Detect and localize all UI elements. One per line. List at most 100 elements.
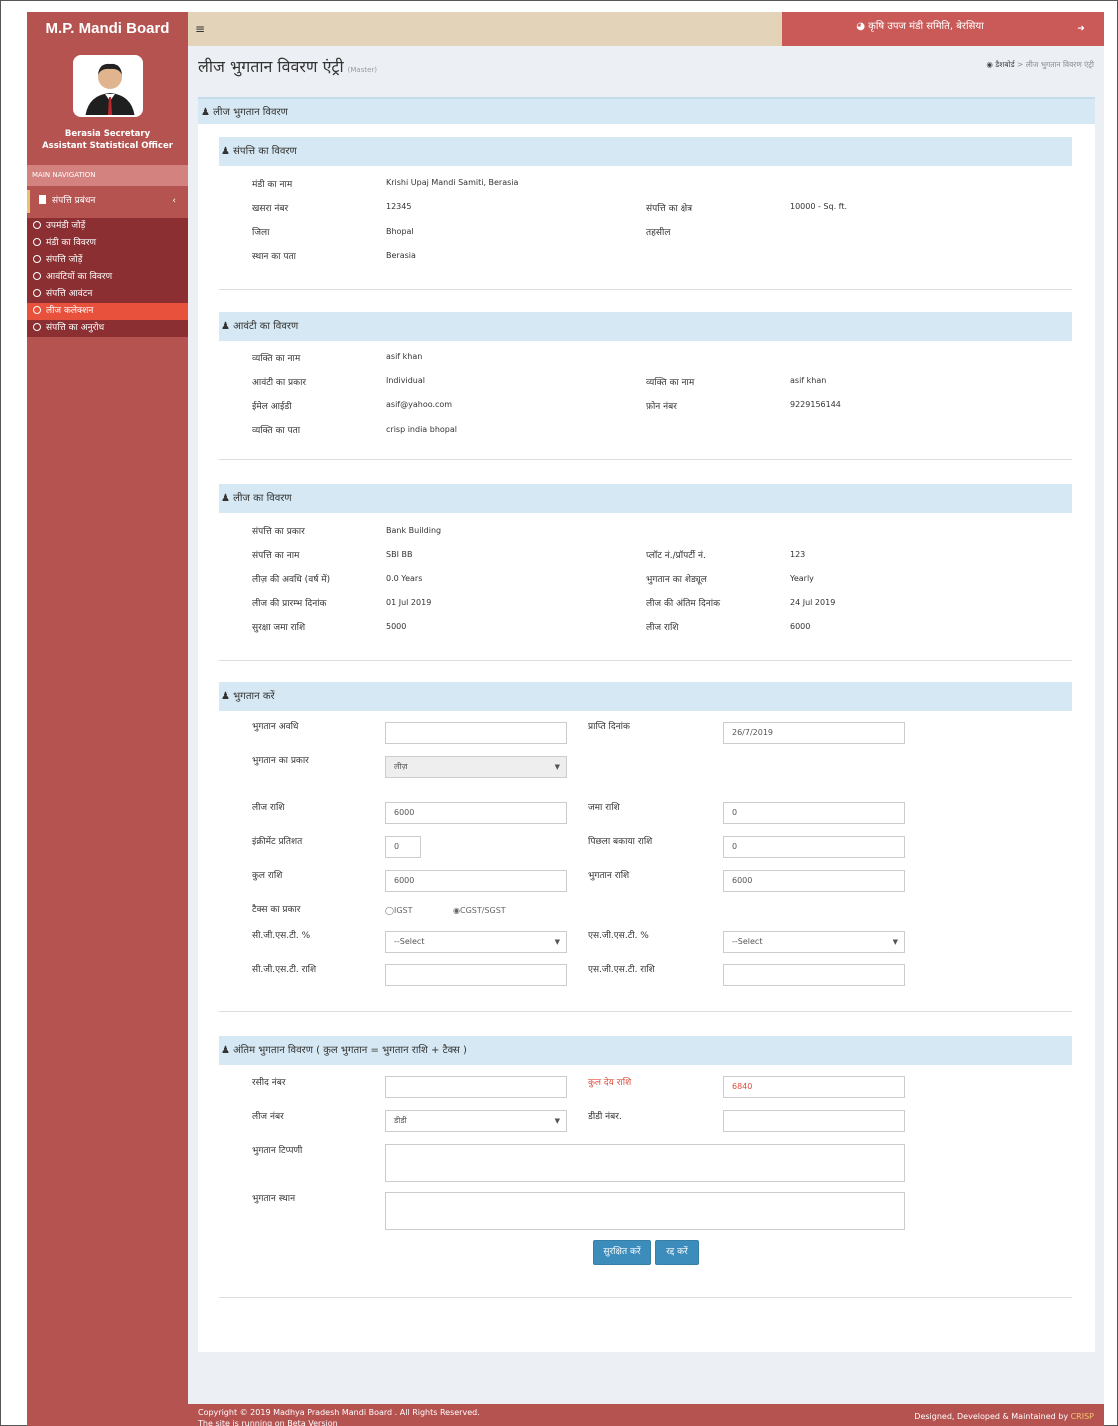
lease-amount-input[interactable]: 6000 bbox=[385, 802, 567, 824]
save-button[interactable]: सुरक्षित करें bbox=[593, 1240, 651, 1265]
lease-amount-label: लीज राशि bbox=[252, 803, 285, 813]
avatar bbox=[73, 55, 143, 117]
khasra-value: 12345 bbox=[386, 202, 412, 211]
circle-icon bbox=[33, 255, 41, 263]
cgst-amount-input[interactable] bbox=[385, 964, 567, 986]
payment-period-label: भुगतान अवधि bbox=[252, 722, 299, 732]
address-value: Berasia bbox=[386, 251, 416, 260]
payment-remark-textarea[interactable] bbox=[385, 1144, 905, 1182]
mandi-selector[interactable]: ◕ कृषि उपज मंडी समिति, बेरसिया bbox=[782, 12, 1058, 46]
footer-credit: Designed, Developed & Maintained by CRIS… bbox=[914, 1412, 1094, 1421]
payment-period-input[interactable] bbox=[385, 722, 567, 744]
cancel-button[interactable]: रद्द करें bbox=[655, 1240, 699, 1265]
document-icon bbox=[39, 195, 46, 204]
dd-number-input[interactable] bbox=[723, 1110, 905, 1132]
lease-duration-label: लीज़ की अवधि (वर्ष में) bbox=[252, 575, 331, 585]
chevron-down-icon: ▼ bbox=[554, 763, 560, 771]
deposit-amount-label: जमा राशि bbox=[588, 803, 620, 813]
logout-icon[interactable]: ➜ bbox=[1058, 12, 1104, 46]
previous-due-input[interactable]: 0 bbox=[723, 836, 905, 858]
property-name-value: SBI BB bbox=[386, 550, 413, 559]
chevron-down-icon: ▼ bbox=[554, 1117, 560, 1125]
lease-number-select[interactable]: डीडी ▼ bbox=[385, 1110, 567, 1132]
user-icon: ♟ bbox=[221, 321, 230, 332]
crisp-link[interactable]: CRISP bbox=[1071, 1412, 1094, 1421]
lease-end-value: 24 Jul 2019 bbox=[790, 598, 836, 607]
person-address-value: crisp india bhopal bbox=[386, 425, 457, 434]
content-area: लीज भुगतान विवरण एंट्री (Master) ◉ डैशबोर… bbox=[188, 46, 1104, 1404]
payment-place-textarea[interactable] bbox=[385, 1192, 905, 1230]
person-name-value: asif khan bbox=[386, 352, 423, 361]
sgst-percent-label: एस.जी.एस.टी. % bbox=[588, 931, 649, 941]
property-type-label: संपत्ति का प्रकार bbox=[252, 527, 305, 537]
receipt-number-label: रसीद नंबर bbox=[252, 1078, 286, 1088]
tehsil-label: तहसील bbox=[646, 228, 671, 238]
lease-amount-label: लीज राशि bbox=[646, 623, 679, 633]
person-name2-value: asif khan bbox=[790, 376, 827, 385]
sidebar: Berasia Secretary Assistant Statistical … bbox=[27, 46, 188, 1426]
property-name-label: संपत्ति का नाम bbox=[252, 551, 300, 561]
user-icon: ♟ bbox=[221, 146, 230, 157]
deposit-amount-input[interactable]: 0 bbox=[723, 802, 905, 824]
receipt-number-input[interactable] bbox=[385, 1076, 567, 1098]
circle-icon bbox=[33, 323, 41, 331]
sidebar-item-label: संपत्ति प्रबंधन bbox=[52, 196, 96, 206]
app-window: M.P. Mandi Board ≡ ◕ कृषि उपज मंडी समिति… bbox=[27, 12, 1104, 1426]
total-amount-label: कुल राशि bbox=[252, 871, 283, 881]
phone-label: फ़ोन नंबर bbox=[646, 402, 677, 412]
brand-logo[interactable]: M.P. Mandi Board bbox=[27, 12, 188, 46]
final-payment-section: ♟ अंतिम भुगतान विवरण ( कुल भुगतान = भुगत… bbox=[219, 1036, 1072, 1298]
increment-percent-input[interactable]: 0 bbox=[385, 836, 421, 858]
lease-duration-value: 0.0 Years bbox=[386, 574, 423, 583]
cgst-amount-label: सी.जी.एस.टी. राशि bbox=[252, 965, 317, 975]
sidebar-item-add-property[interactable]: संपत्ति जोड़ें bbox=[27, 252, 188, 269]
beta-notice: The site is running on Beta Version bbox=[198, 1419, 338, 1426]
sidebar-item-add-submandi[interactable]: उपमंडी जोड़ें bbox=[27, 218, 188, 235]
property-type-value: Bank Building bbox=[386, 526, 442, 535]
sidebar-item-mandi-details[interactable]: मंडी का विवरण bbox=[27, 235, 188, 252]
lease-start-label: लीज की प्रारम्भ दिनांक bbox=[252, 599, 327, 609]
previous-due-label: पिछला बकाया राशि bbox=[588, 837, 653, 847]
receipt-date-input[interactable]: 26/7/2019 bbox=[723, 722, 905, 744]
dd-number-label: डीडी नंबर. bbox=[588, 1112, 622, 1122]
user-info: Berasia Secretary Assistant Statistical … bbox=[27, 128, 188, 152]
sgst-amount-input[interactable] bbox=[723, 964, 905, 986]
make-payment-section: ♟ भुगतान करें भुगतान अवधि प्राप्ति दिनां… bbox=[219, 682, 1072, 1012]
total-due-label: कुल देय राशि bbox=[588, 1078, 632, 1088]
cgst-percent-label: सी.जी.एस.टी. % bbox=[252, 931, 311, 941]
total-due-input[interactable]: 6840 bbox=[723, 1076, 905, 1098]
sidebar-item-property-allotment[interactable]: संपत्ति आवंटन bbox=[27, 286, 188, 303]
footer: Copyright © 2019 Madhya Pradesh Mandi Bo… bbox=[188, 1404, 1104, 1426]
sgst-amount-label: एस.जी.एस.टी. राशि bbox=[588, 965, 655, 975]
payment-amount-input[interactable]: 6000 bbox=[723, 870, 905, 892]
district-label: जिला bbox=[252, 228, 270, 238]
plot-value: 123 bbox=[790, 550, 806, 559]
user-icon: ♟ bbox=[221, 493, 230, 504]
breadcrumb-home[interactable]: डैशबोर्ड bbox=[995, 60, 1014, 69]
payment-type-select[interactable]: लीज़ ▼ bbox=[385, 756, 567, 778]
chevron-down-icon: ▼ bbox=[554, 938, 560, 946]
increment-percent-label: इंक्रीमेंट प्रतिशत bbox=[252, 837, 303, 847]
breadcrumb: ◉ डैशबोर्ड > लीज भुगतान विवरण एंट्री bbox=[986, 60, 1094, 69]
igst-radio[interactable]: ◯IGST bbox=[385, 906, 412, 915]
plot-label: प्लॉट नं./प्रॉपर्टी नं. bbox=[646, 551, 706, 561]
sgst-percent-select[interactable]: --Select ▼ bbox=[723, 931, 905, 953]
section-header: ♟ लीज का विवरण bbox=[219, 484, 1072, 513]
top-navbar: ≡ ◕ कृषि उपज मंडी समिति, बेरसिया ➜ bbox=[188, 12, 1104, 46]
cgst-percent-select[interactable]: --Select ▼ bbox=[385, 931, 567, 953]
cgst-sgst-radio[interactable]: ◉CGST/SGST bbox=[453, 906, 506, 915]
dashboard-icon: ◉ bbox=[986, 60, 993, 69]
total-amount-input[interactable]: 6000 bbox=[385, 870, 567, 892]
khasra-label: खसरा नंबर bbox=[252, 204, 289, 214]
circle-icon bbox=[33, 306, 41, 314]
user-role: Assistant Statistical Officer bbox=[42, 141, 173, 151]
sidebar-item-allottee-details[interactable]: आवंटियों का विवरण bbox=[27, 269, 188, 286]
section-header: ♟ संपत्ति का विवरण bbox=[219, 137, 1072, 166]
area-label: संपत्ति का क्षेत्र bbox=[646, 204, 693, 214]
lease-start-value: 01 Jul 2019 bbox=[386, 598, 432, 607]
payment-place-label: भुगतान स्थान bbox=[252, 1194, 296, 1204]
sidebar-item-property-management[interactable]: संपत्ति प्रबंधन ‹ bbox=[27, 190, 188, 213]
menu-toggle-icon[interactable]: ≡ bbox=[195, 12, 205, 46]
sidebar-item-lease-collection[interactable]: लीज कलेक्शन bbox=[27, 303, 188, 320]
sidebar-item-property-request[interactable]: संपत्ति का अनुरोध bbox=[27, 320, 188, 337]
